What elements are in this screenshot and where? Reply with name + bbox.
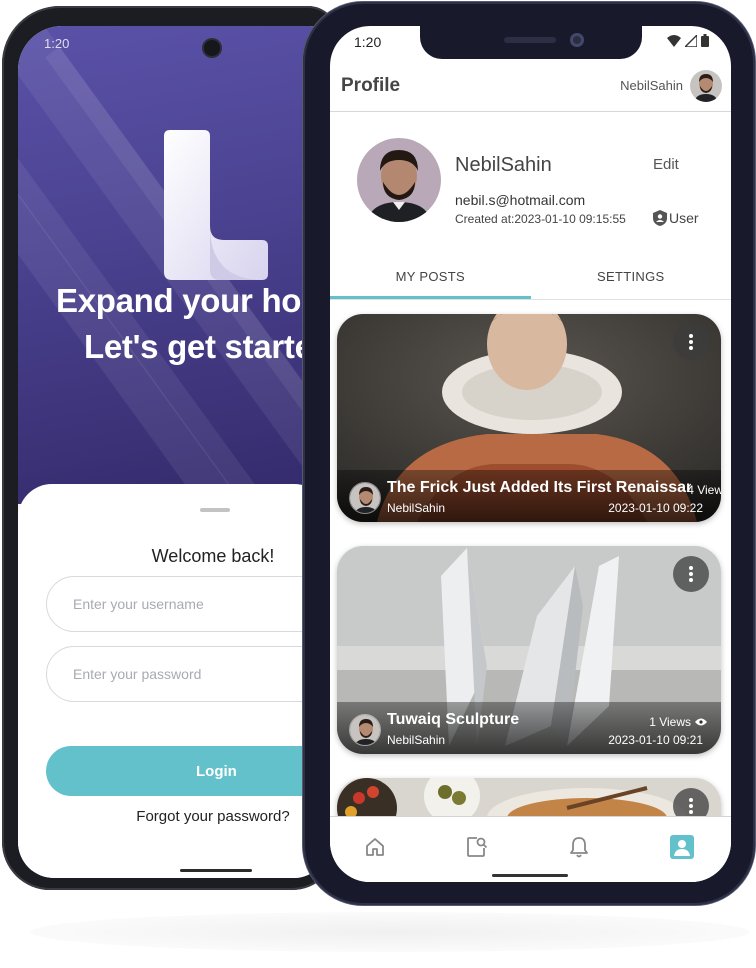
login-button[interactable]: Login [46,746,328,796]
post-date: 2023-01-10 09:22 [608,501,703,515]
profile-name: NebilSahin [455,154,552,176]
login-sheet: Welcome back! Login Forgot your password… [18,484,328,878]
wifi-icon [667,34,681,47]
post-author-avatar [349,482,381,514]
nav-profile[interactable] [668,833,696,861]
post-author-avatar [349,714,381,746]
more-vertical-icon [689,798,693,814]
speaker [504,37,556,43]
back-phone: 1:20 Expand your hor Let's get starte We… [2,6,338,890]
bottom-navigation [330,816,731,882]
more-vertical-icon [689,334,693,350]
profile-created-date: Created at:2023-01-10 09:15:55 [455,212,626,226]
role-label: User [669,210,699,226]
eye-icon [695,718,707,726]
post-card[interactable]: The Frick Just Added Its First Renaissan… [337,314,721,522]
welcome-text: Welcome back! [151,546,275,566]
front-phone: 1:20 Profile NebilSahin NebilSahin Edit … [303,2,755,905]
signal-icon [685,34,697,47]
shield-user-icon [653,210,667,226]
app-logo [164,130,268,280]
post-views-count: 1 Views [649,715,691,729]
search-post-icon [467,837,488,857]
status-time: 1:20 [44,36,70,51]
status-time: 1:20 [354,34,382,50]
battery-icon [701,34,709,47]
more-vertical-icon [689,566,693,582]
home-indicator [180,869,252,872]
profile-icon [670,835,694,859]
home-icon [366,838,384,856]
tab-settings[interactable]: SETTINGS [531,256,732,300]
password-input[interactable] [46,646,328,702]
floor-reflection [30,912,750,952]
bell-icon [570,837,588,858]
hero-subheadline: Let's get starte [84,328,313,365]
page-title: Profile [341,75,401,96]
tab-indicator [330,296,531,299]
notch [420,26,642,59]
post-date: 2023-01-10 09:21 [608,733,703,747]
front-camera [204,40,220,56]
post-views: 1 Views [649,715,707,729]
app-bar-username[interactable]: NebilSahin [620,78,683,93]
sheet-handle[interactable] [200,508,230,512]
nav-notifications[interactable] [565,833,593,861]
nav-search-posts[interactable] [463,833,491,861]
post-author: NebilSahin [387,733,446,747]
post-title: The Frick Just Added Its First Renaissan… [387,479,691,496]
nav-home[interactable] [361,833,389,861]
profile-tabs: MY POSTS SETTINGS [330,256,731,300]
post-author: NebilSahin [387,501,446,515]
hero-banner: 1:20 Expand your hor Let's get starte [18,26,328,504]
profile-email: nebil.s@hotmail.com [455,192,586,208]
status-icons [667,34,709,47]
more-options-button[interactable] [673,556,709,592]
tab-my-posts[interactable]: MY POSTS [330,256,531,300]
post-card[interactable]: Tuwaiq Sculpture NebilSahin 2023-01-10 0… [337,546,721,754]
profile-screen: 1:20 Profile NebilSahin NebilSahin Edit … [330,26,731,882]
login-screen: 1:20 Expand your hor Let's get starte We… [18,26,328,878]
hero-headline: Expand your hor [56,282,314,319]
post-views: 4 Views [687,483,721,497]
more-options-button[interactable] [673,324,709,360]
forgot-password-link[interactable]: Forgot your password? [18,808,328,825]
username-input[interactable] [46,576,328,632]
post-title: Tuwaiq Sculpture [387,711,520,728]
profile-avatar [357,138,441,222]
role-badge: User [653,210,699,226]
front-camera [570,33,584,47]
edit-profile-button[interactable]: Edit [653,156,679,173]
home-indicator [492,874,568,877]
avatar[interactable] [690,70,722,102]
post-views-count: 4 Views [687,483,721,497]
app-bar: Profile NebilSahin [330,62,731,112]
